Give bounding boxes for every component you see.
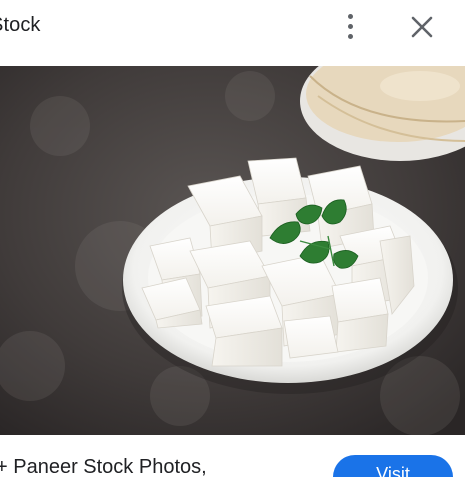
source-title: Stock bbox=[0, 14, 41, 36]
result-footer: + Paneer Stock Photos, Visit bbox=[0, 435, 465, 477]
result-caption[interactable]: + Paneer Stock Photos, bbox=[0, 456, 207, 477]
more-vert-icon[interactable] bbox=[339, 10, 363, 42]
preview-image[interactable] bbox=[0, 66, 465, 435]
viewer-header: Stock bbox=[0, 0, 465, 66]
close-icon[interactable] bbox=[407, 12, 437, 42]
visit-button[interactable]: Visit bbox=[333, 455, 453, 477]
